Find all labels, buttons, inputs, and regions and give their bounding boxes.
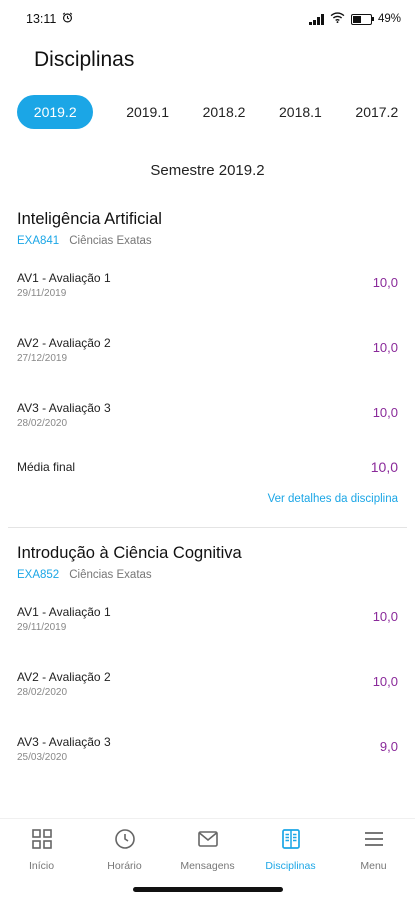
nav-label: Disciplinas — [265, 860, 316, 872]
grade-name: AV3 - Avaliação 3 — [17, 735, 111, 749]
wifi-icon — [330, 12, 345, 26]
nav-item-mensagens[interactable]: Mensagens — [168, 819, 248, 878]
final-grade-row: Média final 10,0 — [17, 459, 398, 475]
nav-item-disciplinas[interactable]: Disciplinas — [251, 819, 331, 878]
grade-date: 28/02/2020 — [17, 687, 68, 698]
battery-percent: 49% — [377, 13, 401, 25]
nav-item-horario[interactable]: Horário — [85, 819, 165, 878]
divider — [8, 527, 407, 528]
grade-row: AV3 - Avaliação 3 25/03/2020 9,0 — [17, 735, 398, 763]
book-icon — [279, 827, 303, 856]
grade-name: AV2 - Avaliação 2 — [17, 670, 111, 684]
grade-row: AV1 - Avaliação 1 29/11/2019 10,0 — [17, 271, 398, 299]
grade-date: 29/11/2019 — [17, 288, 67, 299]
nav-label: Horário — [107, 860, 142, 872]
tab-2019-2[interactable]: 2019.2 — [17, 95, 94, 129]
envelope-icon — [196, 827, 220, 856]
semester-tabs: 2019.2 2019.1 2018.2 2018.1 2017.2 — [0, 92, 415, 132]
signal-icon — [309, 13, 324, 25]
grade-value: 10,0 — [372, 340, 398, 355]
nav-label: Início — [28, 860, 55, 872]
grade-name: AV1 - Avaliação 1 — [17, 271, 111, 285]
course-area: Ciências Exatas — [69, 235, 152, 247]
clock-icon — [113, 827, 137, 856]
final-grade-value: 10,0 — [370, 459, 398, 475]
tab-2017-2[interactable]: 2017.2 — [339, 95, 415, 129]
course-code: EXA852 — [17, 569, 60, 581]
nav-item-menu[interactable]: Menu — [334, 819, 414, 878]
course-code: EXA841 — [17, 235, 60, 247]
battery-icon — [350, 13, 375, 25]
grade-value: 10,0 — [372, 275, 398, 290]
status-bar: 13:11 49% — [0, 0, 415, 38]
tab-2018-2[interactable]: 2018.2 — [186, 95, 262, 129]
alarm-icon — [62, 12, 73, 26]
grade-value: 10,0 — [372, 405, 398, 420]
hamburger-icon — [362, 827, 386, 856]
grade-date: 29/11/2019 — [17, 622, 67, 633]
grade-name: AV1 - Avaliação 1 — [17, 605, 111, 619]
grade-date: 27/12/2019 — [17, 353, 68, 364]
course-area: Ciências Exatas — [69, 569, 152, 581]
status-time: 13:11 — [26, 12, 57, 26]
course-name: Inteligência Artificial — [17, 210, 162, 228]
course-card: Introdução à Ciência Cognitiva EXA852 Ci… — [0, 544, 415, 763]
grade-row: AV2 - Avaliação 2 28/02/2020 10,0 — [17, 670, 398, 698]
course-details-link[interactable]: Ver detalhes da disciplina — [17, 493, 398, 505]
nav-item-inicio[interactable]: Início — [2, 819, 82, 878]
grade-row: AV1 - Avaliação 1 29/11/2019 10,0 — [17, 605, 398, 633]
grade-date: 25/03/2020 — [17, 752, 68, 763]
bottom-nav: Início Horário Mensagens Disciplinas Men… — [0, 818, 415, 878]
grade-value: 9,0 — [379, 739, 398, 754]
home-indicator[interactable] — [133, 887, 283, 892]
grade-name: AV3 - Avaliação 3 — [17, 401, 111, 415]
grade-value: 10,0 — [372, 674, 398, 689]
grade-row: AV2 - Avaliação 2 27/12/2019 10,0 — [17, 336, 398, 364]
grade-name: AV2 - Avaliação 2 — [17, 336, 111, 350]
grid-icon — [30, 827, 54, 856]
course-card: Inteligência Artificial EXA841 Ciências … — [0, 210, 415, 505]
semester-heading: Semestre 2019.2 — [150, 162, 265, 179]
grade-row: AV3 - Avaliação 3 28/02/2020 10,0 — [17, 401, 398, 429]
tab-2018-1[interactable]: 2018.1 — [262, 95, 338, 129]
tab-2019-1[interactable]: 2019.1 — [109, 95, 185, 129]
course-name: Introdução à Ciência Cognitiva — [17, 544, 242, 562]
nav-label: Mensagens — [180, 860, 235, 872]
page-title: Disciplinas — [34, 48, 135, 71]
final-grade-label: Média final — [17, 460, 76, 474]
grade-date: 28/02/2020 — [17, 418, 68, 429]
grade-value: 10,0 — [372, 609, 398, 624]
nav-label: Menu — [360, 860, 387, 872]
